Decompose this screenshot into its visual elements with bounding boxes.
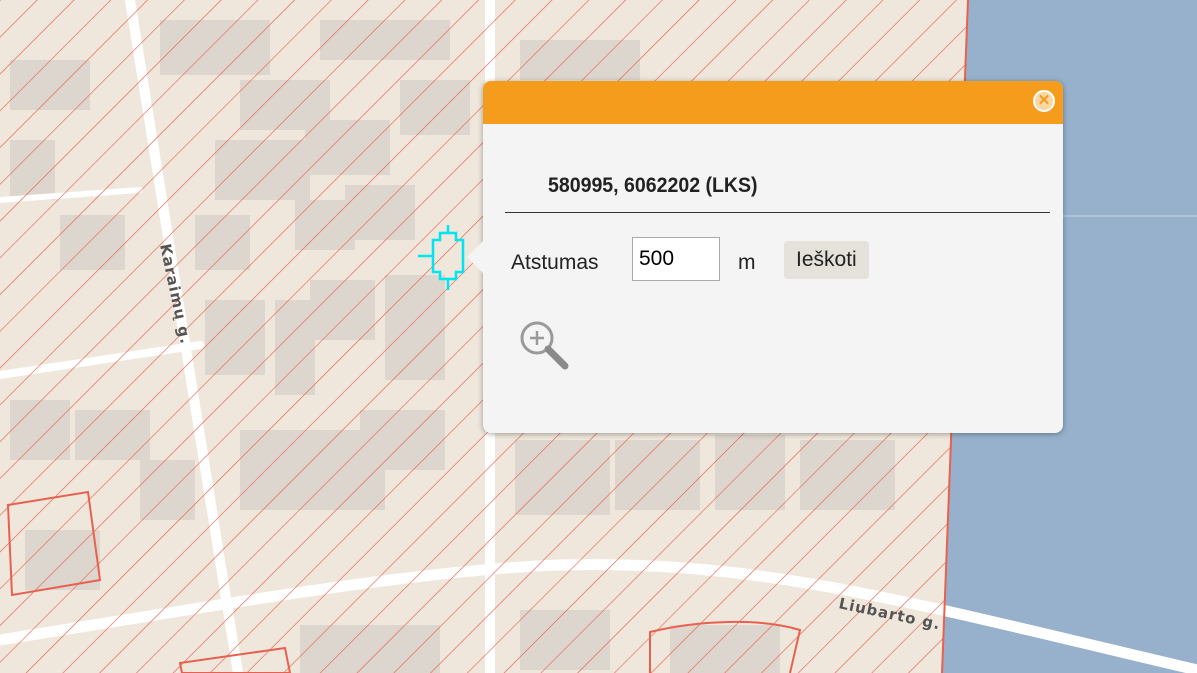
zoom-in-icon[interactable]	[515, 317, 571, 373]
coordinates-text: 580995, 6062202 (LKS)	[548, 174, 758, 197]
search-button[interactable]: Ieškoti	[784, 241, 869, 279]
distance-unit: m	[738, 251, 756, 274]
divider	[505, 212, 1050, 213]
close-circle-icon[interactable]: ✕	[1033, 90, 1055, 112]
distance-label: Atstumas	[511, 251, 599, 274]
identify-popup: ✕ 580995, 6062202 (LKS) Atstumas m Ieško…	[467, 81, 1063, 433]
popup-pointer	[467, 241, 483, 273]
distance-input[interactable]	[632, 237, 720, 281]
popup-header: ✕	[483, 81, 1063, 124]
